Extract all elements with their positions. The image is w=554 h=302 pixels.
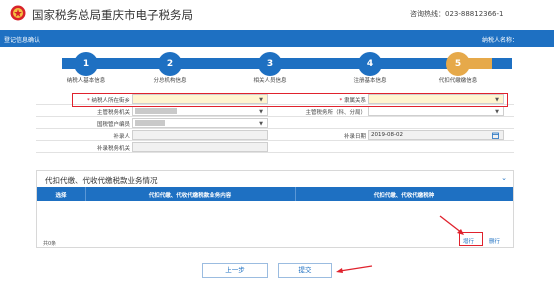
calendar-icon[interactable] bbox=[492, 132, 499, 139]
taxpayer-name-label: 纳税人名称： bbox=[482, 37, 519, 44]
step-2-label: 分总机构信息 bbox=[153, 78, 187, 84]
page-title: 登记信息确认 bbox=[4, 37, 41, 44]
site-header: 国家税务总局重庆市电子税务局 咨询热线：023-88812366-1 bbox=[0, 0, 554, 30]
step-1-circle[interactable]: 1 bbox=[74, 52, 98, 76]
form-row: 补录人 补录日期 2019-08-02 bbox=[36, 129, 514, 141]
chevron-down-icon: ▼ bbox=[259, 121, 263, 127]
progress-steps: 1 纳税人基本信息 2 分总机构信息 3 相关人员信息 4 注册基本信息 5 代… bbox=[0, 47, 554, 85]
highlight-required-fields bbox=[72, 93, 508, 107]
steps-track bbox=[62, 58, 512, 69]
annotation-arrow-icon bbox=[439, 215, 464, 235]
state-tax-manager-select[interactable]: ▼ bbox=[132, 118, 268, 128]
tax-authority-select[interactable]: ▼ bbox=[132, 106, 268, 116]
table-header: 选择 代扣代缴、代收代缴税款业务内容 代扣代缴、代收代缴税种 bbox=[37, 187, 513, 201]
step-3-circle[interactable]: 3 bbox=[258, 52, 282, 76]
step-1-label: 纳税人基本信息 bbox=[66, 78, 106, 84]
redacted-value bbox=[135, 120, 165, 126]
registration-authority-field[interactable] bbox=[132, 142, 268, 152]
state-tax-manager-label: 国税管户编员 bbox=[96, 122, 130, 128]
redacted-value bbox=[135, 108, 177, 114]
chevron-down-icon: ▼ bbox=[495, 109, 499, 115]
annotation-arrow-icon bbox=[336, 265, 373, 273]
step-4-label: 注册基本信息 bbox=[353, 78, 387, 84]
step-2-circle[interactable]: 2 bbox=[158, 52, 182, 76]
tax-office-label: 主管税务所（科、分局） bbox=[305, 110, 366, 116]
chevron-down-icon: ▼ bbox=[259, 109, 263, 115]
form-row: 国税管户编员 ▼ bbox=[36, 117, 514, 129]
registration-date-label: 补录日期 bbox=[343, 134, 366, 140]
step-5-label: 代扣代缴缴信息 bbox=[438, 78, 478, 84]
national-emblem-icon bbox=[10, 5, 26, 21]
section-title: 代扣代缴、代收代缴税款业务情况 bbox=[45, 176, 158, 185]
registrant-label: 补录人 bbox=[113, 134, 130, 140]
delete-row-button[interactable]: 删行 bbox=[489, 237, 500, 245]
step-5-circle[interactable]: 5 bbox=[446, 52, 470, 76]
registration-date-field[interactable]: 2019-08-02 bbox=[368, 130, 504, 140]
col-content: 代扣代缴、代收代缴税款业务内容 bbox=[148, 193, 232, 199]
registration-authority-label: 补录税务机关 bbox=[96, 146, 130, 152]
submit-button[interactable]: 提交 bbox=[278, 263, 332, 278]
col-tax-type: 代扣代缴、代收代缴税种 bbox=[373, 193, 435, 199]
chevron-down-icon[interactable]: ⌄ bbox=[501, 174, 507, 182]
tax-office-select[interactable]: ▼ bbox=[368, 106, 504, 116]
step-4-circle[interactable]: 4 bbox=[358, 52, 382, 76]
hotline-text: 咨询热线：023-88812366-1 bbox=[410, 10, 504, 18]
col-select: 选择 bbox=[55, 193, 67, 199]
record-count: 共0条 bbox=[43, 241, 57, 247]
tax-authority-label: 主管税务机关 bbox=[96, 110, 130, 116]
registration-date-value: 2019-08-02 bbox=[371, 132, 403, 138]
site-title: 国家税务总局重庆市电子税务局 bbox=[32, 8, 193, 22]
form-row: 补录税务机关 bbox=[36, 141, 514, 153]
registrant-field[interactable] bbox=[132, 130, 268, 140]
step-3-label: 相关人员信息 bbox=[253, 78, 287, 84]
prev-step-button[interactable]: 上一步 bbox=[202, 263, 268, 278]
page-bar: 登记信息确认 纳税人名称： bbox=[0, 30, 554, 47]
